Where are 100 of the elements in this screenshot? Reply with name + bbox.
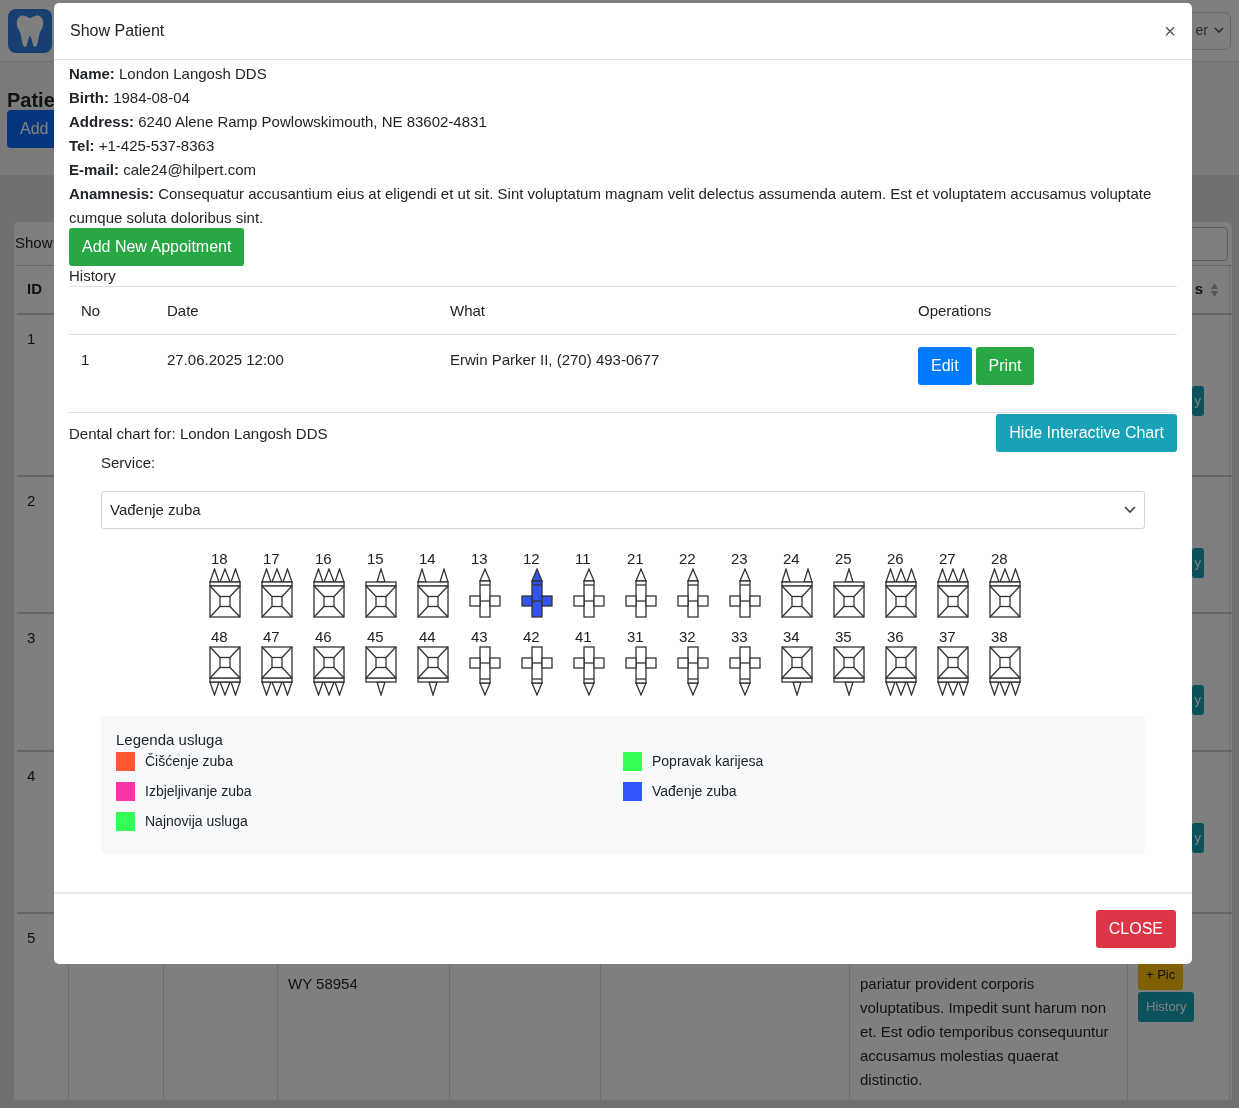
patient-detail: Address: 6240 Alene Ramp Powlowskimouth, NE 83602-4831: [69, 112, 488, 132]
tooth-number: 17: [262, 550, 280, 568]
tooth-icon[interactable]: [365, 646, 397, 696]
table-cell-text: pariatur provident corporis voluptatibus. Impedit sunt harum non et. Est odio temporibus consequuntur accusamus molestias quaerat distinctio.: [860, 974, 1110, 1090]
tooth-icon[interactable]: [573, 646, 605, 696]
patient-detail: Tel: +1-425-537-8363: [69, 136, 216, 156]
tooth-number: 35: [834, 628, 852, 646]
tooth-icon[interactable]: [989, 646, 1021, 696]
tooth-number: 15: [366, 550, 384, 568]
tooth-icon[interactable]: [677, 568, 709, 618]
tooth-logo-icon[interactable]: [8, 8, 52, 53]
column-header: Operations: [918, 300, 993, 321]
tooth-icon[interactable]: [833, 568, 865, 618]
tooth-number: 32: [678, 628, 696, 646]
patient-detail: Birth: 1984-08-04: [69, 88, 191, 108]
close-button[interactable]: CLOSE: [1095, 910, 1176, 948]
legend-label: Najnovija usluga: [145, 812, 248, 831]
table-cell-text: WY 58954: [288, 974, 359, 994]
tooth-number: 12: [522, 550, 540, 568]
tooth-icon[interactable]: [937, 568, 969, 618]
tooth-icon[interactable]: [833, 646, 865, 696]
tooth-icon[interactable]: [573, 568, 605, 618]
toggle-chart-button[interactable]: Hide Interactive Chart: [996, 414, 1177, 452]
tooth-icon[interactable]: [417, 646, 449, 696]
column-header[interactable]: ID: [27, 278, 42, 301]
tooth-icon[interactable]: [261, 568, 293, 618]
patient-detail: Name: London Langosh DDS: [69, 64, 268, 84]
tooth-icon[interactable]: [625, 646, 657, 696]
tooth-icon[interactable]: [417, 568, 449, 618]
tooth-number: 18: [210, 550, 228, 568]
table-cell-text: 1: [80, 350, 91, 370]
chart-title: Dental chart for: London Langosh DDS: [69, 424, 328, 444]
column-header[interactable]: s: [1194, 278, 1204, 301]
column-header: Date: [167, 300, 200, 321]
tooth-icon[interactable]: [365, 568, 397, 618]
tooth-icon[interactable]: [989, 568, 1021, 618]
service-label: Service:: [101, 453, 157, 473]
tooth-number: 25: [834, 550, 852, 568]
tooth-icon[interactable]: [209, 568, 241, 618]
tooth-number: 21: [626, 550, 644, 568]
table-cell-text: 27.06.2025 12:00: [167, 350, 285, 370]
tooth-icon[interactable]: [885, 646, 917, 696]
table-cell: 4: [27, 767, 36, 784]
tooth-number: 26: [886, 550, 904, 568]
tooth-number: 48: [210, 628, 228, 646]
tooth-icon[interactable]: [521, 646, 553, 696]
tooth-number: 13: [470, 550, 488, 568]
tooth-number: 36: [886, 628, 904, 646]
close-button[interactable]: ×: [1164, 21, 1176, 41]
tooth-icon[interactable]: [729, 568, 761, 618]
tooth-icon[interactable]: [521, 568, 553, 618]
add-appointment-button[interactable]: Add New Appoitment: [69, 228, 245, 266]
chevron-down-icon: [1124, 506, 1136, 514]
tooth-icon[interactable]: [781, 568, 813, 618]
tooth-number: 41: [574, 628, 592, 646]
tooth-icon[interactable]: [625, 568, 657, 618]
legend-label: Popravak karijesa: [652, 752, 764, 771]
show-label: Show: [15, 233, 53, 254]
tooth-number: 42: [522, 628, 540, 646]
page-heading: Patie: [7, 88, 55, 112]
tooth-icon[interactable]: [313, 568, 345, 618]
legend-label: Vađenje zuba: [652, 782, 737, 801]
tooth-icon[interactable]: [261, 646, 293, 696]
tooth-icon[interactable]: [885, 568, 917, 618]
table-cell-text: Erwin Parker II, (270) 493-0677: [450, 350, 661, 370]
patient-detail: E-mail: cale24@hilpert.com: [69, 160, 257, 180]
chevron-down-icon: [1214, 27, 1224, 34]
tooth-icon[interactable]: [781, 646, 813, 696]
tooth-number: 22: [678, 550, 696, 568]
table-cell: 3: [27, 629, 36, 646]
tooth-number: 45: [366, 628, 384, 646]
tooth-icon[interactable]: [313, 646, 345, 696]
service-select[interactable]: Vađenje zuba: [101, 491, 1145, 529]
tooth-icon[interactable]: [937, 646, 969, 696]
modal-title: Show Patient: [70, 21, 165, 41]
table-cell: 1: [27, 330, 36, 347]
tooth-number: 44: [418, 628, 436, 646]
column-header: No: [80, 300, 102, 321]
history-action-button[interactable]: Edit: [918, 347, 972, 385]
patient-detail: Anamnesis: Consequatur accusantium eius at eligendi et ut sit. Sint voluptatum magnam velit delectus assumenda autem. Est et voluptatem accusamus voluptate cumque soluta doloribus sint.: [69, 184, 1153, 228]
tooth-number: 11: [574, 550, 591, 568]
tooth-number: 16: [314, 550, 332, 568]
tooth-number: 27: [938, 550, 956, 568]
tooth-icon[interactable]: [209, 646, 241, 696]
tooth-icon[interactable]: [469, 646, 501, 696]
action-button[interactable]: History: [1138, 992, 1195, 1022]
tooth-icon[interactable]: [469, 568, 501, 618]
table-cell: 2: [27, 492, 36, 509]
history-label: History: [69, 266, 117, 286]
table-cell: 5: [27, 929, 36, 946]
tooth-icon[interactable]: [729, 646, 761, 696]
tooth-number: 31: [626, 628, 644, 646]
legend-label: Izbjeljivanje zuba: [145, 782, 252, 801]
tooth-number: 38: [990, 628, 1008, 646]
tooth-number: 23: [730, 550, 748, 568]
tooth-number: 46: [314, 628, 332, 646]
column-header: What: [450, 300, 486, 321]
tooth-icon[interactable]: [677, 646, 709, 696]
history-action-button[interactable]: Print: [975, 347, 1035, 385]
legend-label: Čišćenje zuba: [145, 752, 233, 771]
